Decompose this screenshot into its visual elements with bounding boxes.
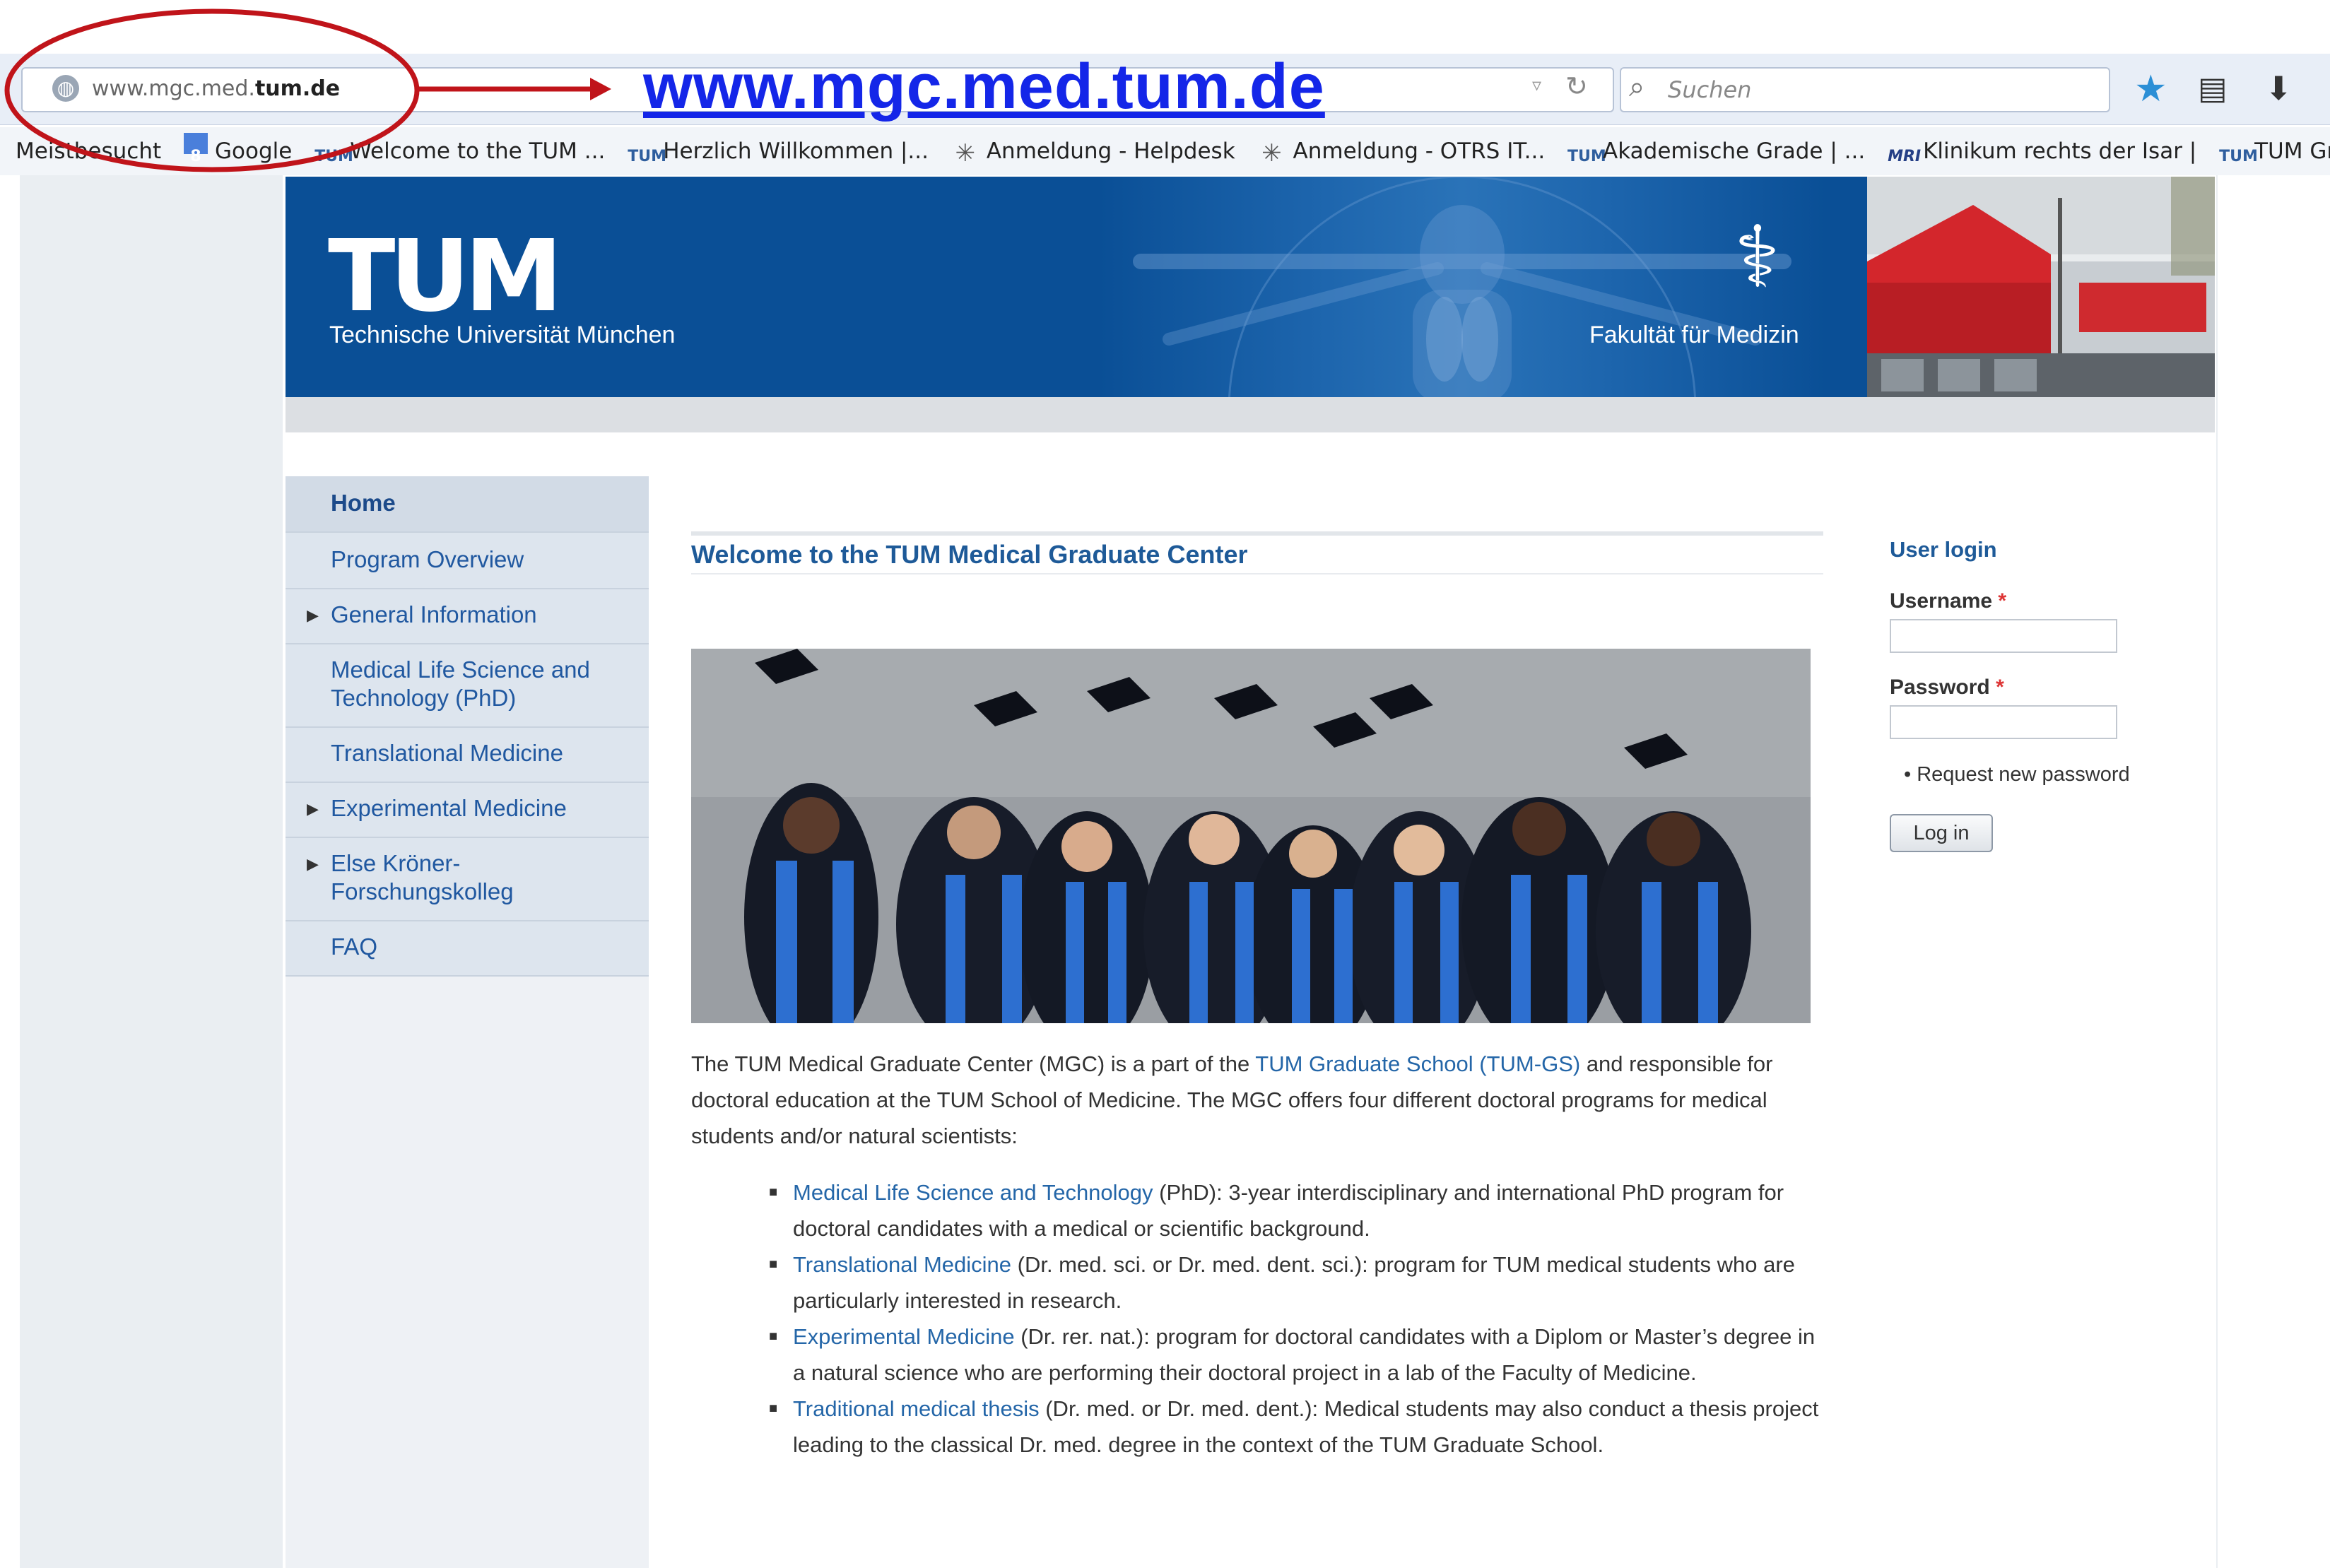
annotation-ellipse: [4, 8, 420, 172]
annotation-url-label: www.mgc.med.tum.de: [643, 52, 1325, 122]
annotation-overlay: [4, 8, 611, 172]
annotation-arrowhead: [590, 78, 611, 100]
